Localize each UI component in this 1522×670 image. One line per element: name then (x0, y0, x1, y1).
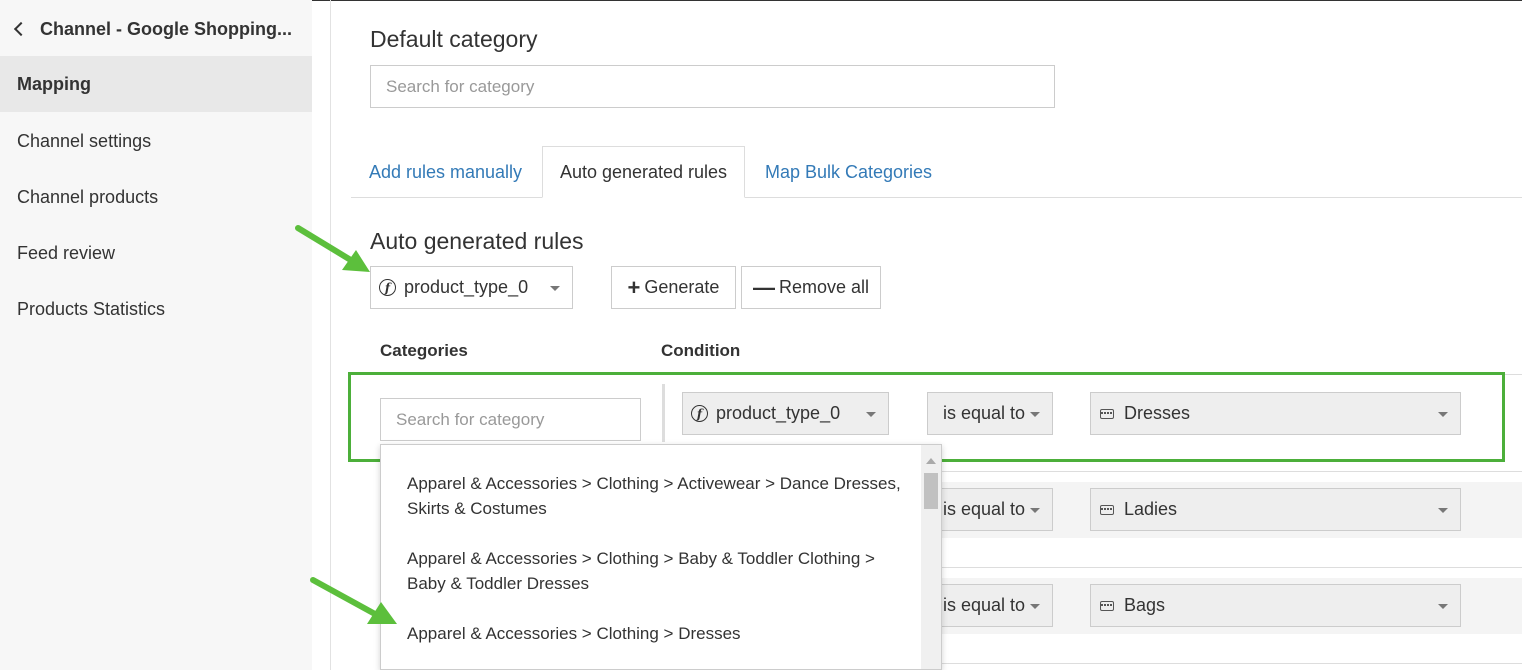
auto-rules-title: Auto generated rules (370, 228, 584, 254)
attribute-select[interactable]: f product_type_0 (370, 266, 573, 309)
function-icon: f (379, 279, 396, 296)
row-operator-select[interactable]: is equal to (927, 488, 1053, 531)
remove-all-button[interactable]: — Remove all (741, 266, 881, 309)
caret-down-icon (550, 286, 560, 291)
annotation-arrow-icon (295, 225, 370, 272)
row-value-select[interactable]: Bags (1090, 584, 1461, 627)
default-category-search-input[interactable] (370, 65, 1055, 108)
annotation-arrow-icon (310, 577, 397, 624)
row-operator-value: is equal to (943, 595, 1026, 615)
tab-label: Auto generated rules (559, 161, 728, 182)
back-link-label: Channel - Google Shopping... (40, 18, 292, 39)
keyboard-icon (1100, 504, 1114, 515)
category-dropdown: Apparel & Accessories > Clothing > Activ… (380, 444, 942, 670)
keyboard-icon (1100, 600, 1114, 611)
generate-button[interactable]: + Generate (611, 266, 736, 309)
sidebar: Channel - Google Shopping... Mapping Cha… (0, 0, 312, 670)
row-value-text: Bags (1124, 595, 1166, 615)
row-operator-select[interactable]: is equal to (927, 584, 1053, 627)
scroll-thumb[interactable] (924, 473, 938, 509)
sidebar-item-label: Channel settings (17, 130, 152, 151)
plus-icon: + (627, 274, 641, 300)
scroll-up-icon[interactable] (926, 458, 936, 464)
sidebar-item-mapping[interactable]: Mapping (0, 56, 312, 112)
tab-map-bulk-categories[interactable]: Map Bulk Categories (752, 146, 945, 198)
caret-down-icon (1438, 604, 1448, 609)
caret-down-icon (1030, 604, 1040, 609)
tab-add-rules-manually[interactable]: Add rules manually (352, 146, 539, 198)
sidebar-item-products-statistics[interactable]: Products Statistics (0, 281, 312, 337)
content-divider (330, 0, 331, 670)
dropdown-option[interactable]: Apparel & Accessories > Clothing > Dress… (407, 621, 907, 646)
sidebar-item-channel-settings[interactable]: Channel settings (0, 113, 312, 169)
attribute-select-value: product_type_0 (404, 277, 529, 297)
sidebar-item-label: Mapping (17, 73, 91, 94)
dropdown-option[interactable]: Apparel & Accessories > Clothing > Activ… (407, 471, 907, 521)
generate-button-label: Generate (644, 277, 720, 297)
tab-label: Map Bulk Categories (764, 161, 933, 182)
dropdown-scrollbar[interactable] (921, 445, 941, 669)
back-link[interactable]: Channel - Google Shopping... (12, 14, 292, 44)
dropdown-option[interactable]: Apparel & Accessories > Clothing > Baby … (407, 546, 907, 596)
sidebar-item-label: Channel products (17, 186, 159, 207)
tab-auto-generated-rules[interactable]: Auto generated rules (542, 146, 745, 198)
column-header-categories: Categories (380, 341, 468, 360)
caret-down-icon (1030, 508, 1040, 513)
top-border (312, 0, 1522, 1)
tab-label: Add rules manually (368, 161, 523, 182)
sidebar-item-feed-review[interactable]: Feed review (0, 225, 312, 281)
sidebar-item-label: Feed review (17, 242, 116, 263)
column-header-condition: Condition (661, 341, 741, 360)
row-value-text: Ladies (1124, 499, 1178, 519)
caret-down-icon (1438, 508, 1448, 513)
default-category-title: Default category (370, 26, 538, 52)
sidebar-item-label: Products Statistics (17, 298, 166, 319)
minus-icon: — (752, 274, 775, 300)
chevron-left-icon (13, 21, 29, 37)
row-value-select[interactable]: Ladies (1090, 488, 1461, 531)
sidebar-item-channel-products[interactable]: Channel products (0, 169, 312, 225)
row-operator-value: is equal to (943, 499, 1026, 519)
remove-all-button-label: Remove all (778, 277, 870, 297)
